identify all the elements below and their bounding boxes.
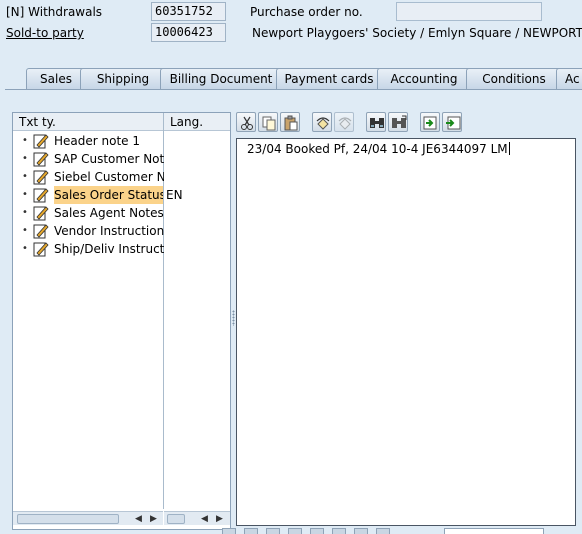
bottom-toolbar-button[interactable] [288, 528, 302, 534]
splitter-handle[interactable] [232, 310, 235, 326]
redo-icon [338, 117, 352, 130]
tree-item-label: Ship/Deliv Instructions [54, 242, 164, 256]
bottom-toolbar-field[interactable] [444, 528, 544, 534]
bottom-toolbar-button[interactable] [354, 528, 368, 534]
tree-item-label: Sales Agent Notes/Instructions [54, 206, 164, 220]
tab-conditions[interactable]: Conditions [466, 68, 562, 90]
import-button[interactable] [420, 112, 440, 132]
bottom-toolbar-button[interactable] [332, 528, 346, 534]
find-next-icon [392, 115, 407, 128]
tree-item[interactable]: • Header note 1 [13, 132, 230, 150]
tree-item-language: EN [166, 188, 183, 202]
editor-text-line: 23/04 Booked Pf, 24/04 10-4 JE6344097 LM [247, 142, 510, 156]
bullet-icon: • [22, 225, 28, 236]
tab-strip: Sales Shipping Billing Document Payment … [16, 68, 582, 90]
tree-item[interactable]: • SAP Customer Note [13, 150, 230, 168]
undo-button[interactable] [312, 112, 332, 132]
scroll-left-arrow-icon[interactable]: ◀ [201, 512, 208, 526]
scroll-right-arrow-icon[interactable]: ▶ [216, 512, 223, 526]
sold-to-party-field[interactable]: 10006423 [151, 23, 226, 42]
text-caret [508, 142, 510, 155]
tree-item-label: Sales Order Status Note [54, 186, 163, 204]
scroll-thumb[interactable] [17, 514, 119, 524]
document-number-field[interactable]: 60351752 [151, 2, 226, 21]
bottom-toolbar-button[interactable] [376, 528, 390, 534]
note-edit-icon [33, 134, 49, 149]
redo-button[interactable] [334, 112, 354, 132]
note-edit-icon [33, 170, 49, 185]
tab-overflow[interactable]: Ac [556, 68, 582, 90]
text-type-scrollbar[interactable]: ◀ ▶ [13, 511, 163, 525]
paste-icon [284, 115, 298, 131]
note-edit-icon [33, 152, 49, 167]
document-type-label: [N] Withdrawals [6, 5, 103, 19]
note-edit-icon [33, 188, 49, 203]
language-scrollbar[interactable]: ◀ ▶ [164, 511, 230, 525]
note-edit-icon [33, 224, 49, 239]
tab-baseline [5, 89, 582, 90]
bullet-icon: • [22, 135, 28, 146]
cut-icon [241, 116, 253, 130]
export-icon [446, 116, 461, 130]
text-editor[interactable]: 23/04 Booked Pf, 24/04 10-4 JE6344097 LM [236, 138, 576, 526]
note-edit-icon [33, 242, 49, 257]
tab-payment-cards[interactable]: Payment cards [276, 68, 382, 90]
find-next-button[interactable] [388, 112, 408, 132]
undo-icon [316, 117, 330, 130]
sold-to-party-label[interactable]: Sold-to party [6, 24, 84, 42]
export-button[interactable] [442, 112, 462, 132]
tree-item-label: Siebel Customer Note [54, 170, 164, 184]
find-button[interactable] [366, 112, 386, 132]
tab-accounting[interactable]: Accounting [377, 68, 471, 90]
bottom-toolbar-button[interactable] [266, 528, 280, 534]
tree-item[interactable]: • Sales Agent Notes/Instructions [13, 204, 230, 222]
bullet-icon: • [22, 153, 28, 164]
tree-item-label: Header note 1 [54, 134, 140, 148]
bullet-icon: • [22, 243, 28, 254]
import-icon [423, 116, 437, 130]
tab-sales[interactable]: Sales [26, 68, 86, 90]
bullet-icon: • [22, 171, 28, 182]
copy-icon [262, 116, 276, 131]
bottom-toolbar-button[interactable] [310, 528, 324, 534]
scroll-right-arrow-icon[interactable]: ▶ [150, 512, 157, 526]
bottom-toolbar-button[interactable] [222, 528, 236, 534]
column-header-language[interactable]: Lang. [164, 113, 230, 131]
cut-button[interactable] [236, 112, 256, 132]
bottom-toolbar-button[interactable] [244, 528, 258, 534]
tree-item-label: SAP Customer Note [54, 152, 164, 166]
purchase-order-field[interactable] [396, 2, 542, 21]
column-header-text-type[interactable]: Txt ty. [13, 113, 163, 131]
scroll-left-arrow-icon[interactable]: ◀ [135, 512, 142, 526]
tree-item[interactable]: • Siebel Customer Note [13, 168, 230, 186]
copy-button[interactable] [258, 112, 278, 132]
find-icon [370, 118, 384, 128]
tree-item-label: Vendor Instructions [54, 224, 164, 238]
bullet-icon: • [22, 189, 28, 200]
bullet-icon: • [22, 207, 28, 218]
purchase-order-label: Purchase order no. [250, 5, 363, 19]
tree-item[interactable]: • Ship/Deliv Instructions [13, 240, 230, 258]
tab-shipping[interactable]: Shipping [80, 68, 166, 90]
tree-item-selected[interactable]: • Sales Order Status Note EN [13, 186, 230, 204]
sold-to-party-name: Newport Playgoers' Society / Emlyn Squar… [252, 26, 582, 40]
editor-text: 23/04 Booked Pf, 24/04 10-4 JE6344097 LM [247, 142, 508, 156]
note-edit-icon [33, 206, 49, 221]
scroll-thumb[interactable] [167, 514, 185, 524]
paste-button[interactable] [280, 112, 300, 132]
bottom-toolbar [222, 528, 582, 534]
tab-billing-document[interactable]: Billing Document [160, 68, 282, 90]
text-type-tree: Txt ty. Lang. • Header note 1 • SAP Cust… [12, 112, 231, 530]
tree-item[interactable]: • Vendor Instructions [13, 222, 230, 240]
